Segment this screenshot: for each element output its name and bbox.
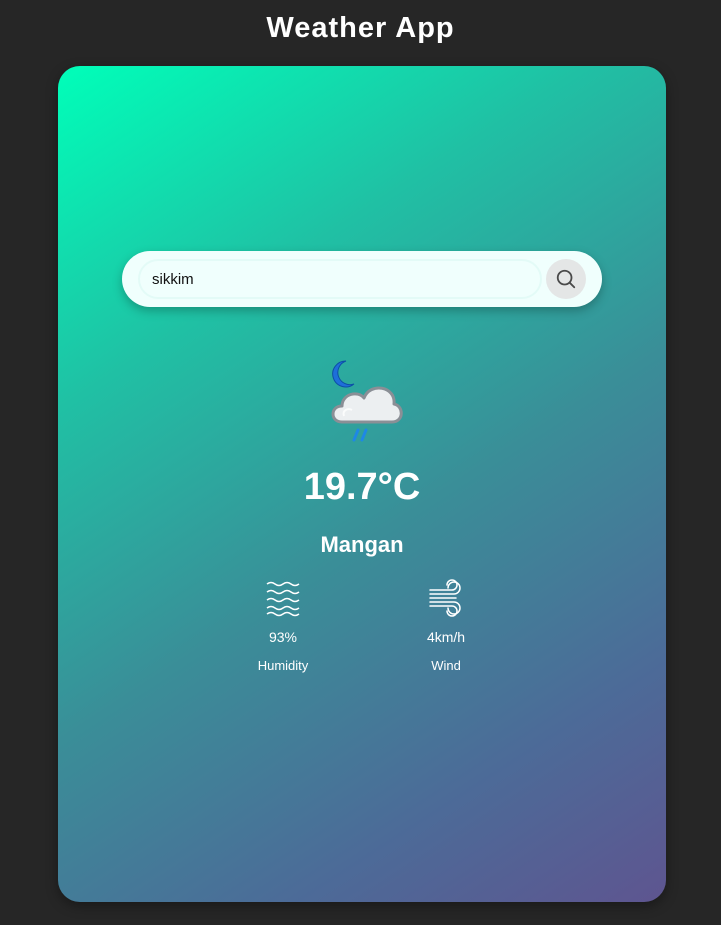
wind-icon [429, 579, 461, 617]
app-title: Weather App [266, 12, 455, 44]
wind-stat: 4km/h Wind [386, 578, 506, 673]
night-rain-cloud-icon [331, 360, 403, 442]
location-name: Mangan [320, 532, 404, 557]
search-button[interactable] [546, 259, 586, 299]
humidity-stat: 93% Humidity [223, 578, 343, 673]
temperature: 19.7°C [303, 466, 421, 508]
humidity-value: 93% [268, 629, 298, 645]
humidity-waves-icon [266, 581, 300, 617]
weather-card: 19.7°C Mangan 93% Humidity 4km/h Wind [58, 66, 666, 902]
wind-value: 4km/h [426, 629, 466, 645]
search-input[interactable] [138, 259, 542, 299]
wind-label: Wind [431, 658, 461, 673]
humidity-label: Humidity [257, 658, 309, 673]
search-icon [556, 269, 576, 289]
search-bar [122, 251, 602, 307]
